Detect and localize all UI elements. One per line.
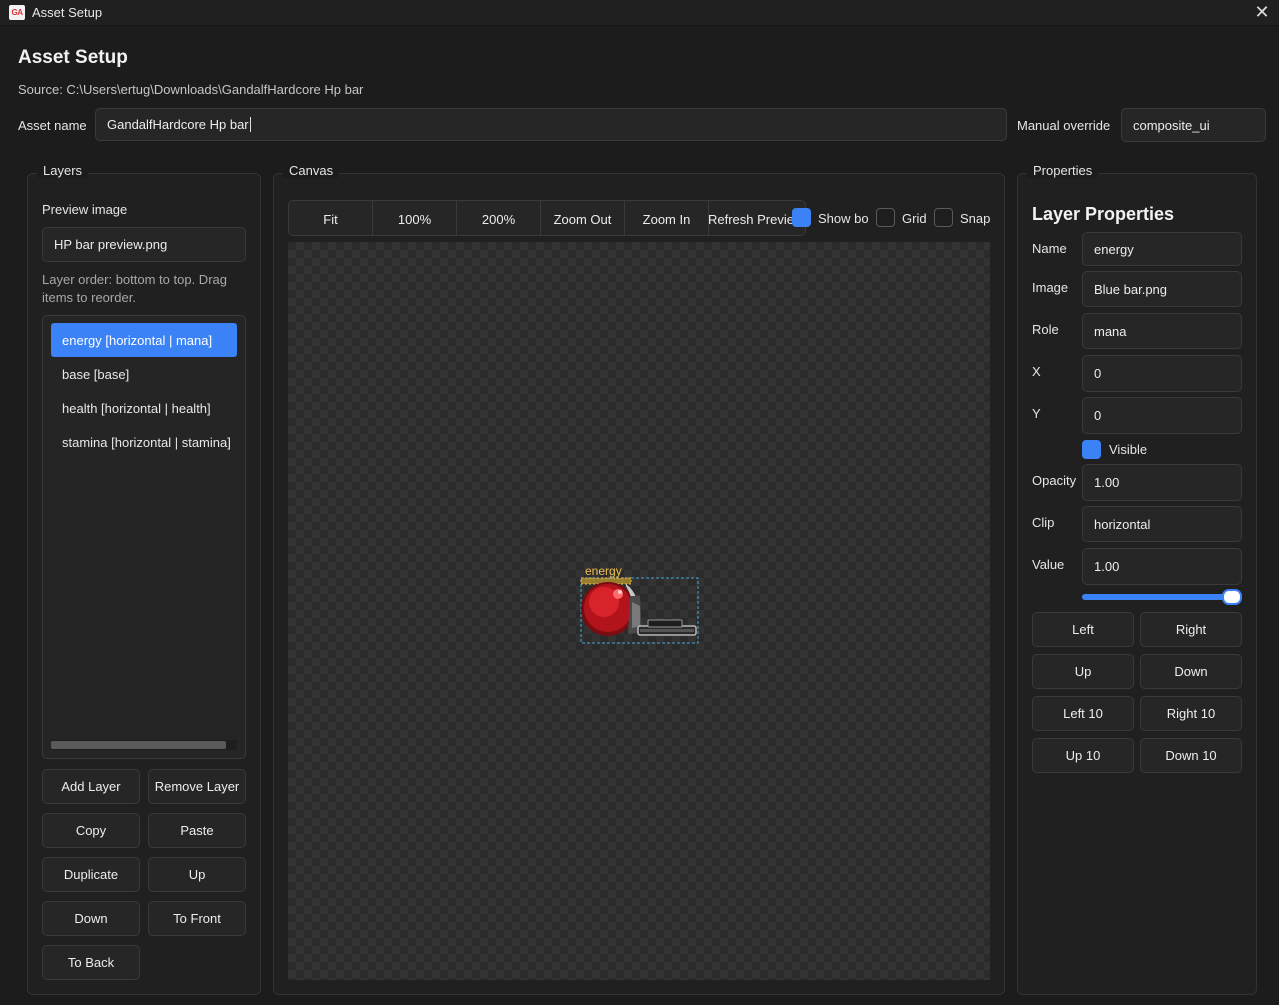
visible-label: Visible — [1109, 442, 1148, 457]
preview-image-input[interactable]: HP bar preview.png — [42, 227, 246, 262]
to-front-button[interactable]: To Front — [148, 901, 246, 936]
zoom-100-button[interactable]: 100% — [373, 201, 457, 235]
layer-order-hint: Layer order: bottom to top. Drag items t… — [42, 272, 227, 305]
remove-layer-button[interactable]: Remove Layer — [148, 769, 246, 804]
paste-button[interactable]: Paste — [148, 813, 246, 848]
show-bounds-checkbox[interactable] — [792, 208, 811, 227]
clip-input[interactable]: horizontal — [1082, 506, 1242, 542]
zoom-in-button[interactable]: Zoom In — [625, 201, 709, 235]
refresh-preview-button[interactable]: Refresh Preview — [709, 201, 805, 235]
value-slider-fill — [1082, 594, 1242, 600]
visible-checkbox[interactable] — [1082, 440, 1101, 459]
snap-checkbox[interactable] — [934, 208, 953, 227]
y-label: Y — [1032, 406, 1041, 421]
role-label: Role — [1032, 322, 1059, 337]
image-input[interactable]: Blue bar.png — [1082, 271, 1242, 307]
y-input[interactable]: 0 — [1082, 397, 1242, 434]
to-back-button[interactable]: To Back — [42, 945, 140, 980]
layer-properties-heading: Layer Properties — [1032, 204, 1175, 224]
x-label: X — [1032, 364, 1041, 379]
move-down-button[interactable]: Down — [1140, 654, 1242, 689]
move-left-button[interactable]: Left — [1032, 612, 1134, 647]
move-up-button[interactable]: Up — [1032, 654, 1134, 689]
move-left-10-button[interactable]: Left 10 — [1032, 696, 1134, 731]
move-down-10-button[interactable]: Down 10 — [1140, 738, 1242, 773]
value-slider[interactable] — [1082, 589, 1242, 605]
list-item[interactable]: stamina [horizontal | stamina] — [51, 425, 243, 459]
add-layer-button[interactable]: Add Layer — [42, 769, 140, 804]
title-bar — [0, 0, 1279, 26]
list-item[interactable]: base [base] — [51, 357, 237, 391]
move-right-button[interactable]: Right — [1140, 612, 1242, 647]
duplicate-button[interactable]: Duplicate — [42, 857, 140, 892]
page-title: Asset Setup — [18, 47, 128, 68]
name-input[interactable]: energy — [1082, 232, 1242, 266]
copy-button[interactable]: Copy — [42, 813, 140, 848]
zoom-200-button[interactable]: 200% — [457, 201, 541, 235]
snap-label: Snap — [960, 211, 991, 226]
move-up-10-button[interactable]: Up 10 — [1032, 738, 1134, 773]
layers-group-title: Layers — [37, 163, 89, 178]
refresh-preview-label: Refresh Preview — [709, 211, 804, 227]
close-icon[interactable]: ✕ — [1251, 2, 1273, 24]
value-slider-handle[interactable] — [1222, 589, 1242, 605]
manual-override-input[interactable]: composite_ui — [1121, 108, 1266, 142]
preview-image-label: Preview image — [42, 202, 128, 217]
list-item[interactable]: energy [horizontal | mana] — [51, 323, 237, 357]
x-input[interactable]: 0 — [1082, 355, 1242, 392]
image-label: Image — [1032, 280, 1069, 295]
horizontal-scrollbar[interactable] — [51, 740, 237, 750]
layer-list[interactable]: energy [horizontal | mana] base [base] h… — [42, 315, 246, 759]
show-bounds-label: Show bo — [818, 211, 869, 226]
source-path: Source: C:\Users\ertug\Downloads\Gandalf… — [18, 82, 364, 97]
canvas-toolbar: Fit 100% 200% Zoom Out Zoom In Refresh P… — [288, 200, 806, 236]
value-label: Value — [1032, 557, 1065, 572]
asset-name-input[interactable]: GandalfHardcore Hp bar — [95, 108, 1007, 141]
layer-down-button[interactable]: Down — [42, 901, 140, 936]
move-right-10-button[interactable]: Right 10 — [1140, 696, 1242, 731]
list-item[interactable]: health [horizontal | health] — [51, 391, 237, 425]
canvas-viewport[interactable]: energy — [288, 242, 990, 980]
scrollbar-thumb[interactable] — [51, 741, 226, 749]
canvas-group-title: Canvas — [283, 163, 340, 178]
layer-up-button[interactable]: Up — [148, 857, 246, 892]
grid-label: Grid — [902, 211, 927, 226]
app-icon: GA — [9, 5, 25, 20]
opacity-label: Opacity — [1032, 473, 1077, 488]
manual-override-label: Manual override — [1017, 118, 1111, 133]
zoom-out-button[interactable]: Zoom Out — [541, 201, 625, 235]
name-label: Name — [1032, 241, 1067, 256]
clip-label: Clip — [1032, 515, 1055, 530]
fit-button[interactable]: Fit — [289, 201, 373, 235]
properties-group-title: Properties — [1027, 163, 1099, 178]
window-title: Asset Setup — [32, 5, 103, 20]
value-input[interactable]: 1.00 — [1082, 548, 1242, 585]
role-input[interactable]: mana — [1082, 313, 1242, 349]
hp-bar-sprite[interactable] — [578, 576, 702, 648]
opacity-input[interactable]: 1.00 — [1082, 464, 1242, 501]
asset-name-label: Asset name — [18, 118, 87, 133]
grid-checkbox[interactable] — [876, 208, 895, 227]
